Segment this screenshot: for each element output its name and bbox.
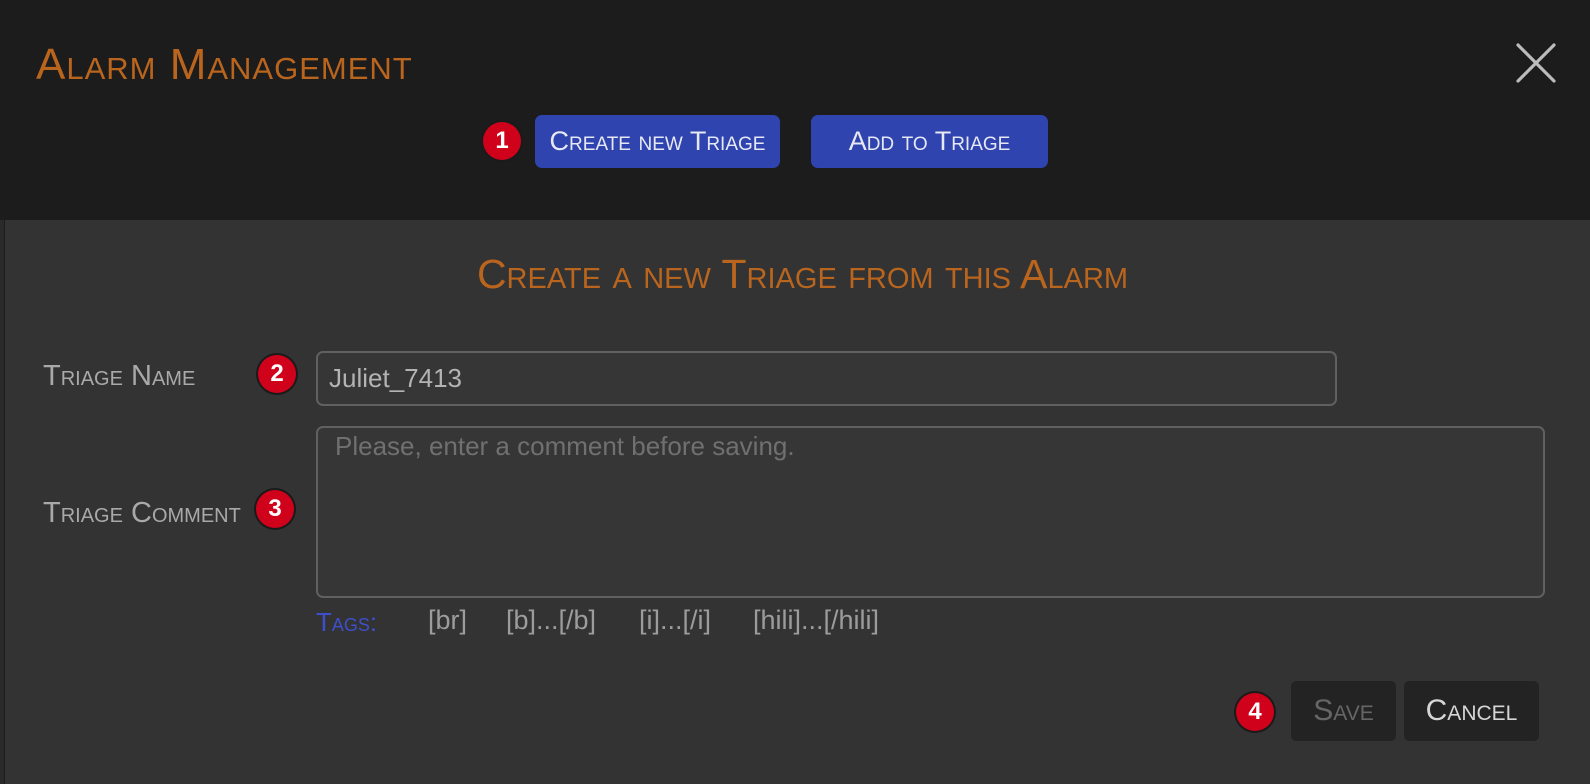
tag-highlight[interactable]: [hili]...[/hili] [753, 605, 879, 636]
close-button[interactable] [1516, 43, 1556, 83]
close-icon [1516, 43, 1556, 83]
create-new-triage-button[interactable]: Create new Triage [535, 115, 780, 168]
tag-bold[interactable]: [b]...[/b] [506, 605, 596, 636]
step-badge-4: 4 [1236, 693, 1274, 731]
triage-name-label: Triage Name [43, 360, 196, 392]
dialog-header: Alarm Management 1 Create new Triage Add… [0, 0, 1590, 220]
form-heading: Create a new Triage from this Alarm [476, 251, 1129, 297]
cancel-button[interactable]: Cancel [1404, 681, 1539, 741]
step-badge-3: 3 [256, 490, 294, 528]
add-to-triage-button[interactable]: Add to Triage [811, 115, 1048, 168]
tags-label: Tags: [316, 607, 378, 637]
step-badge-1: 1 [483, 122, 521, 160]
triage-comment-label: Triage Comment [43, 497, 241, 529]
triage-comment-textarea[interactable] [316, 426, 1545, 598]
tag-italic[interactable]: [i]...[/i] [639, 605, 711, 636]
save-button[interactable]: Save [1291, 681, 1396, 741]
triage-name-input[interactable] [316, 351, 1337, 406]
dialog-title: Alarm Management [36, 40, 413, 89]
tag-br[interactable]: [br] [428, 605, 467, 636]
triage-form-panel: Create a new Triage from this Alarm Tria… [5, 220, 1590, 784]
step-badge-2: 2 [258, 355, 296, 393]
